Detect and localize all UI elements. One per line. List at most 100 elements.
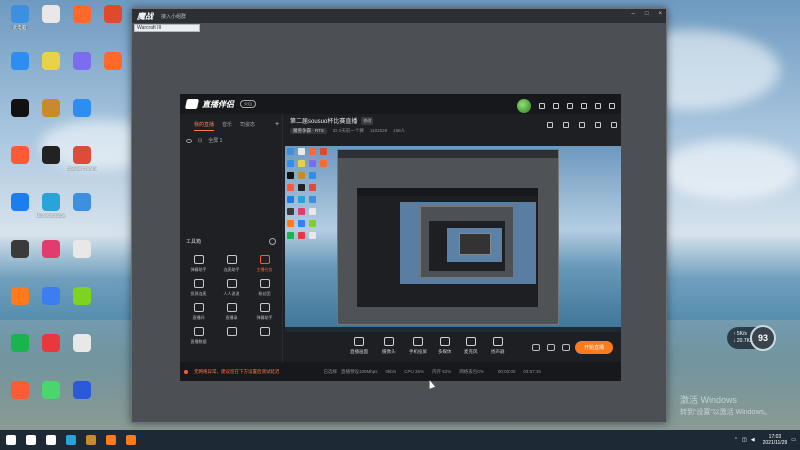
menu-icon[interactable] [567,103,573,109]
toolbox-item[interactable] [248,327,281,345]
clock[interactable]: 17:03 2021/11/29 [763,434,788,446]
eye-icon[interactable] [547,344,555,351]
taskbar-edge[interactable] [62,431,80,449]
toolbox-item[interactable]: 弹幕助手 [248,303,281,321]
desktop-icon[interactable] [97,96,128,139]
desktop-icon[interactable]: 此电脑 [4,2,35,45]
share-icon[interactable] [611,122,617,128]
shirt-icon[interactable] [553,103,559,109]
desktop-icon[interactable] [66,49,97,92]
maximize-icon[interactable]: □ [645,11,649,17]
toolbox-item[interactable]: 粉丝团 [248,279,281,297]
bell-icon[interactable] [595,122,601,128]
desktop-icon[interactable] [66,331,97,374]
desktop-icon[interactable] [35,96,66,139]
network-icon[interactable]: ◫ [742,437,747,443]
desktop-icon[interactable]: Microsoft Edge [35,190,66,233]
desktop-icon[interactable] [35,284,66,327]
close-icon[interactable] [609,103,615,109]
minimize-icon[interactable] [581,103,587,109]
toolbox-item[interactable]: 直播录 [215,303,248,321]
status-warning[interactable]: 无网络异常，建议您在下方设置后测试延迟 [194,369,280,375]
remote-window-titlebar[interactable]: 魔战 接入小组群 – □ × [132,9,666,23]
phone-cast-button[interactable]: 手机投屏 [409,337,427,355]
desktop-icon[interactable] [97,143,128,186]
volume-icon[interactable]: ◀ [751,437,755,443]
maximize-icon[interactable] [595,103,601,109]
tab-my-live[interactable]: 我的直播 [194,121,215,131]
desktop-icon[interactable] [4,284,35,327]
desktop-icon[interactable] [35,237,66,280]
toolbox-item[interactable]: 人人说说 [215,279,248,297]
scene-item[interactable]: ⊡ 全屏 1 [186,137,282,144]
desktop-icon[interactable] [66,237,97,280]
desktop-icon[interactable]: Google Chrome [66,143,97,186]
desktop-icon[interactable] [97,190,128,233]
eye-icon[interactable] [186,138,192,143]
message-icon[interactable] [539,103,545,109]
taskbar-task-view[interactable] [42,431,60,449]
app-titlebar[interactable]: 直播伴侣 火山 [180,94,621,114]
desktop-icon[interactable] [35,49,66,92]
desktop-icon[interactable] [4,331,35,374]
add-scene-button[interactable]: + [275,121,279,131]
desktop-icon[interactable] [66,284,97,327]
desktop-icon[interactable] [97,237,128,280]
edit-title-button[interactable]: 修改 [361,116,374,125]
desktop-icon[interactable] [66,2,97,45]
toolbox-item[interactable]: 直播数据 [182,327,215,345]
desktop-icon[interactable] [4,49,35,92]
desktop-icon[interactable] [4,190,35,233]
gear-icon[interactable] [269,238,276,245]
category-badge[interactable]: 魔兽争霸 · RTS [290,128,327,134]
settings-icon[interactable] [562,344,570,351]
taskbar-search[interactable] [22,431,40,449]
desktop-icon[interactable] [97,378,128,421]
version-badge[interactable]: 火山 [240,100,256,108]
record-icon[interactable] [532,344,540,351]
desktop-icon[interactable] [4,143,35,186]
desktop-icon[interactable] [66,378,97,421]
camera-button[interactable]: 摄像头 [382,337,396,355]
start-live-button[interactable]: 开始直播 [575,341,613,354]
desktop-icon[interactable] [4,237,35,280]
toolbox-item[interactable]: 投屏连麦 [182,279,215,297]
desktop-icon[interactable] [35,143,66,186]
desktop-icon[interactable] [35,2,66,45]
microphone-button[interactable]: 麦克风 [464,337,478,355]
desktop-icon[interactable] [97,49,128,92]
desktop-icon[interactable] [97,284,128,327]
taskbar-app-1[interactable] [102,431,120,449]
performance-gauge[interactable]: 93 [750,325,776,351]
desktop-icon[interactable] [97,2,128,45]
taskbar-app-2[interactable] [122,431,140,449]
lock-icon[interactable] [563,122,569,128]
notification-icon[interactable]: ▭ [791,437,796,443]
shop-icon[interactable] [579,122,585,128]
toolbox-item[interactable]: 主播任务 [248,255,281,273]
desktop-icon[interactable] [66,190,97,233]
toolbox-item[interactable] [215,327,248,345]
desktop-icon[interactable] [4,378,35,421]
chevron-up-icon[interactable]: ⌃ [734,437,738,443]
taskbar-start[interactable] [2,431,20,449]
desktop-icon[interactable] [35,331,66,374]
desktop-icon[interactable] [66,96,97,139]
stream-preview[interactable] [285,146,621,332]
toolbox-item[interactable]: 直播间 [182,303,215,321]
screen-capture-button[interactable]: 直播画面 [350,337,368,355]
warcraft-tab[interactable]: Warcraft III [134,24,200,32]
desktop-icon[interactable] [97,331,128,374]
minimize-icon[interactable]: – [632,11,635,17]
tab-music[interactable]: 音乐 [222,121,232,131]
close-icon[interactable]: × [658,11,662,17]
tab-pose[interactable]: 司姿态 [240,121,255,131]
taskbar-warcraft[interactable] [82,431,100,449]
desktop-icon[interactable] [35,378,66,421]
media-button[interactable]: 多媒体 [438,337,452,355]
toolbox-item[interactable]: 连麦助手 [215,255,248,273]
avatar[interactable] [517,99,531,113]
toolbox-item[interactable]: 弹幕助手 [182,255,215,273]
lock-icon[interactable]: ⊡ [198,138,202,144]
desktop-icon[interactable] [4,96,35,139]
